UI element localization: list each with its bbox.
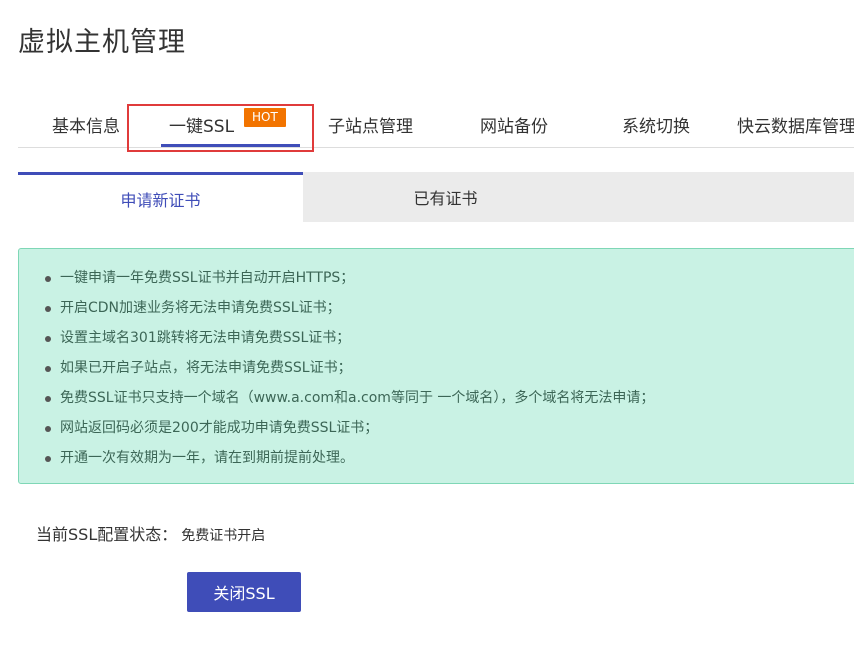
nav-item-one-click-ssl[interactable]: 一键SSL [160,112,301,147]
info-item: 一键申请一年免费SSL证书并自动开启HTTPS； [45,267,654,297]
info-item: 开通一次有效期为一年，请在到期前提前处理。 [45,447,654,477]
tab-apply-new-certificate[interactable]: 申请新证书 [18,172,303,225]
nav-item-site-backup[interactable]: 网站备份 [480,112,548,137]
nav-item-basic-info[interactable]: 基本信息 [52,112,120,137]
ssl-status-value: 免费证书开启 [181,528,266,544]
info-item: 网站返回码必须是200才能成功申请免费SSL证书； [45,417,654,447]
tab-existing-certificate[interactable]: 已有证书 [303,172,588,222]
nav-item-database-management[interactable]: 快云数据库管理 [737,112,854,137]
close-ssl-button[interactable]: 关闭SSL [187,572,301,612]
certificate-subtabs: 申请新证书 已有证书 [18,172,854,225]
info-list: 一键申请一年免费SSL证书并自动开启HTTPS； 开启CDN加速业务将无法申请免… [45,267,654,477]
ssl-info-box: 一键申请一年免费SSL证书并自动开启HTTPS； 开启CDN加速业务将无法申请免… [18,248,854,484]
ssl-status-label: 当前SSL配置状态： [36,525,178,544]
info-item: 免费SSL证书只支持一个域名（www.a.com和a.com等同于 一个域名），… [45,387,654,417]
info-item: 开启CDN加速业务将无法申请免费SSL证书； [45,297,654,327]
hot-badge: HOT [244,108,286,127]
main-nav: 基本信息 一键SSL 子站点管理 网站备份 系统切换 快云数据库管理 [18,104,854,148]
page-title: 虚拟主机管理 [18,27,186,58]
nav-item-subsite-management[interactable]: 子站点管理 [328,112,413,137]
info-item: 设置主域名301跳转将无法申请免费SSL证书； [45,327,654,357]
nav-item-system-switch[interactable]: 系统切换 [622,112,690,137]
info-item: 如果已开启子站点，将无法申请免费SSL证书； [45,357,654,387]
ssl-status-row: 当前SSL配置状态： 免费证书开启 [36,521,265,545]
vhost-management-page: 虚拟主机管理 基本信息 一键SSL 子站点管理 网站备份 系统切换 快云数据库管… [0,0,854,651]
